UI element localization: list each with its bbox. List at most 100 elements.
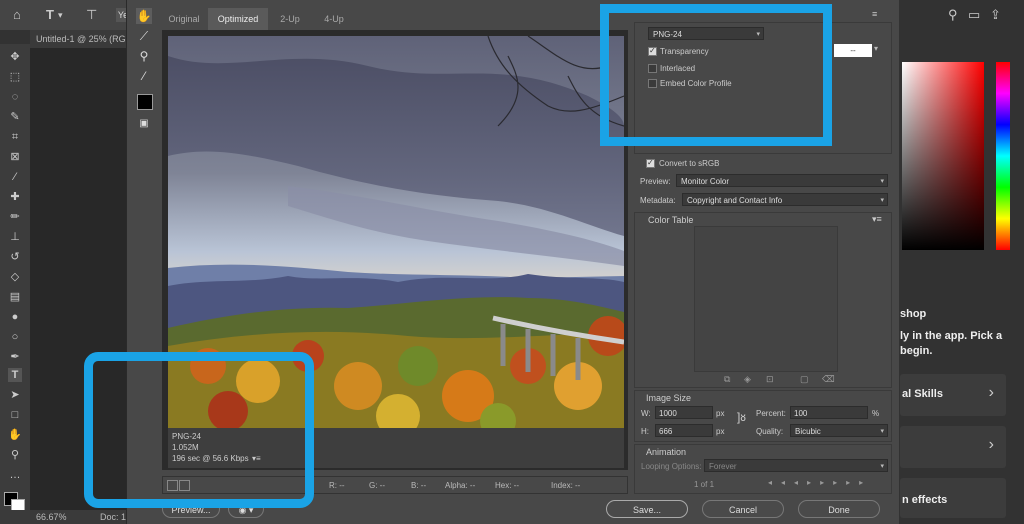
percent-unit: %	[872, 409, 880, 418]
learn-card-label: al Skills	[902, 388, 943, 400]
panels-icon[interactable]: ▭	[968, 7, 980, 23]
animation-controls[interactable]: ◂◂◂▸▸▸▸▸	[768, 478, 872, 487]
readout-hex: Hex: --	[495, 481, 519, 490]
tab-original[interactable]: Original	[160, 8, 208, 30]
new-color-icon[interactable]: ▢	[800, 374, 809, 385]
lasso-tool-icon[interactable]: ◌	[8, 90, 22, 104]
brush-tool-icon[interactable]: ✏	[8, 210, 22, 224]
hand-tool-icon[interactable]: ✋	[8, 428, 22, 442]
convert-srgb-label: Convert to sRGB	[659, 159, 720, 168]
zoom-level: 66.67%	[36, 512, 67, 522]
preset-menu-icon[interactable]: ≡	[872, 9, 877, 19]
color-table-title: Color Table	[648, 215, 694, 225]
status-bar: 66.67% Doc: 1.	[0, 510, 130, 524]
document-tab[interactable]: Untitled-1 @ 25% (RG	[30, 30, 126, 48]
learn-card-effects[interactable]: n effects	[900, 478, 1006, 518]
eyedropper-tool-icon[interactable]: ⁄	[136, 68, 152, 84]
convert-srgb-checkbox[interactable]	[646, 158, 655, 168]
highlight-format-box	[600, 4, 832, 146]
chevron-down-icon[interactable]: ▾	[58, 10, 63, 21]
dialog-toolbar: ✋ ⟋ ⚲ ⁄ ▣	[130, 6, 156, 136]
quality-select[interactable]: Bicubic ▾	[790, 424, 888, 437]
toggle-slices-icon[interactable]: ▣	[136, 116, 152, 132]
height-field[interactable]: 666	[655, 424, 713, 437]
looping-value: Forever	[709, 462, 737, 471]
trash-icon[interactable]: ⌫	[822, 374, 835, 385]
tab-4up[interactable]: 4-Up	[312, 8, 356, 30]
search-icon[interactable]: ⚲	[948, 7, 958, 23]
zoom-tool-icon[interactable]: ⚲	[8, 448, 22, 462]
readout-b: B: --	[411, 481, 427, 490]
percent-label: Percent:	[756, 409, 786, 418]
map-color-icon[interactable]: ⧉	[724, 374, 730, 385]
chevron-down-icon[interactable]: ▾	[874, 44, 878, 53]
learn-text-line-1: ly in the app. Pick a	[900, 330, 1003, 342]
frame-counter: 1 of 1	[694, 480, 715, 489]
quality-label: Quality:	[756, 427, 784, 436]
lock-color-icon[interactable]: ⊡	[766, 374, 774, 385]
path-select-icon[interactable]: ➤	[8, 388, 22, 402]
eyedropper-tool-icon[interactable]: ⁄	[8, 170, 22, 184]
marquee-tool-icon[interactable]: ⬚	[8, 70, 22, 84]
eyedropper-color-swatch[interactable]	[137, 94, 153, 110]
dodge-tool-icon[interactable]: ○	[8, 330, 22, 344]
type-tool-icon[interactable]: T	[46, 7, 54, 22]
tab-optimized[interactable]: Optimized	[208, 8, 268, 30]
metadata-label: Metadata:	[640, 196, 676, 205]
width-label: W:	[641, 409, 651, 418]
eraser-tool-icon[interactable]: ◇	[8, 270, 22, 284]
readout-index: Index: --	[551, 481, 581, 490]
looping-label: Looping Options:	[641, 462, 702, 471]
save-button[interactable]: Save...	[606, 500, 688, 518]
percent-field[interactable]: 100	[790, 406, 868, 419]
looping-select[interactable]: Forever ▾	[704, 459, 888, 472]
metadata-select[interactable]: Copyright and Contact Info ▾	[682, 193, 888, 206]
rectangle-tool-icon[interactable]: □	[8, 408, 22, 422]
preview-label: Preview:	[640, 177, 671, 186]
height-unit: px	[716, 427, 725, 436]
learn-card-label: n effects	[902, 494, 948, 506]
pen-tool-icon[interactable]: ✒	[8, 350, 22, 364]
hue-slider[interactable]	[996, 62, 1010, 250]
learn-card-skills[interactable]: al Skills ›	[900, 374, 1006, 416]
done-button[interactable]: Done	[798, 500, 880, 518]
frame-tool-icon[interactable]: ⊠	[8, 150, 22, 164]
zoom-tool-icon[interactable]: ⚲	[136, 48, 152, 64]
preview-select[interactable]: Monitor Color ▾	[676, 174, 888, 187]
preview-value: Monitor Color	[681, 177, 730, 186]
type-tool-icon[interactable]: T	[8, 368, 22, 382]
metadata-value: Copyright and Contact Info	[687, 196, 783, 205]
color-table-menu-icon[interactable]: ▾≡	[872, 214, 882, 225]
more-tools-icon[interactable]: …	[8, 468, 22, 482]
crop-tool-icon[interactable]: ⌗	[8, 130, 22, 144]
chevron-right-icon: ›	[988, 436, 994, 453]
doc-size: Doc: 1.	[100, 512, 129, 522]
chevron-right-icon: ›	[988, 384, 994, 401]
link-icon[interactable]: ]ᴕ	[737, 410, 746, 424]
move-tool-icon[interactable]: ✥	[8, 50, 22, 64]
cancel-button[interactable]: Cancel	[702, 500, 784, 518]
healing-tool-icon[interactable]: ✚	[8, 190, 22, 204]
blur-tool-icon[interactable]: ●	[8, 310, 22, 324]
color-picker-field[interactable]	[902, 62, 984, 250]
slice-select-icon[interactable]: ⟋	[136, 28, 152, 44]
width-unit: px	[716, 409, 725, 418]
share-icon[interactable]: ⇪	[990, 7, 1001, 23]
image-size-title: Image Size	[646, 393, 692, 403]
stamp-tool-icon[interactable]: ⊥	[8, 230, 22, 244]
learn-heading: shop	[900, 308, 927, 320]
learn-card-2[interactable]: ›	[900, 426, 1006, 468]
quick-select-icon[interactable]: ✎	[8, 110, 22, 124]
gradient-tool-icon[interactable]: ▤	[8, 290, 22, 304]
tab-2up[interactable]: 2-Up	[268, 8, 312, 30]
history-brush-icon[interactable]: ↺	[8, 250, 22, 264]
vertical-type-icon[interactable]: ⊤	[86, 7, 97, 23]
width-field[interactable]: 1000	[655, 406, 713, 419]
web-shift-icon[interactable]: ◈	[744, 374, 751, 385]
highlight-info-box	[84, 352, 314, 508]
readout-r: R: --	[329, 481, 345, 490]
home-icon[interactable]: ⌂	[13, 7, 21, 22]
matte-color-swatch[interactable]: --	[834, 44, 872, 57]
hand-tool-icon[interactable]: ✋	[136, 8, 152, 24]
animation-title: Animation	[646, 447, 687, 457]
